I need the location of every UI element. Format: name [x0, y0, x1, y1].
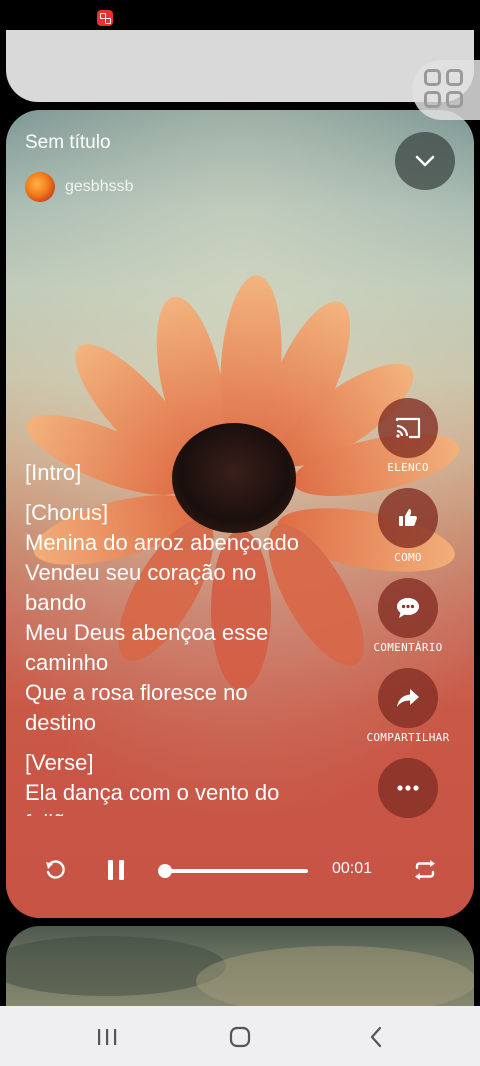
- lyrics-panel[interactable]: [Intro] [Chorus] Menina do arroz abençoa…: [25, 458, 365, 816]
- lyrics-line: Ela dança com o vento do: [25, 780, 280, 805]
- lyrics-section-tag: [Intro]: [25, 460, 82, 485]
- author-name[interactable]: gesbhssb: [65, 178, 134, 196]
- more-action[interactable]: [353, 758, 463, 818]
- comment-button[interactable]: [378, 578, 438, 638]
- comment-action[interactable]: COMENTÁRIO: [353, 578, 463, 654]
- home-button[interactable]: [225, 1022, 255, 1052]
- player-card[interactable]: Sem título gesbhssb [Intro] [Chorus] Men…: [6, 110, 474, 918]
- repeat-button[interactable]: [409, 854, 441, 886]
- share-label: COMPARTILHAR: [366, 731, 450, 744]
- floating-menu-bubble[interactable]: [412, 60, 480, 120]
- share-action[interactable]: COMPARTILHAR: [353, 668, 463, 744]
- next-card[interactable]: [6, 926, 474, 1016]
- lyrics-line: Vendeu seu coração no: [25, 560, 257, 585]
- more-horizontal-icon: [397, 785, 419, 791]
- share-button[interactable]: [378, 668, 438, 728]
- like-button[interactable]: [378, 488, 438, 548]
- previous-card[interactable]: [6, 30, 474, 102]
- cast-action[interactable]: ELENCO: [353, 398, 463, 474]
- collapse-button[interactable]: [395, 132, 455, 190]
- recent-apps-icon: [98, 1029, 117, 1045]
- playback-controls: 00:01: [6, 848, 474, 892]
- lyrics-line: Menina do arroz abençoado: [25, 530, 299, 555]
- lyrics-line: caminho: [25, 650, 109, 675]
- pause-icon: [108, 860, 124, 880]
- replay-icon: [46, 860, 65, 879]
- like-label: COMO: [394, 551, 422, 564]
- thumbs-up-icon: [399, 509, 417, 526]
- lyrics-line: destino: [25, 710, 96, 735]
- app-notification-icon: [97, 10, 113, 26]
- cast-icon: [395, 417, 421, 439]
- song-title: Sem título: [25, 132, 111, 153]
- back-button[interactable]: [361, 1022, 391, 1052]
- back-icon: [370, 1026, 382, 1048]
- share-icon: [397, 689, 419, 707]
- lyrics-line: Que a rosa floresce no: [25, 680, 248, 705]
- lyrics-line: feijão: [25, 808, 365, 816]
- repeat-icon: [415, 860, 435, 880]
- comment-label: COMENTÁRIO: [373, 641, 443, 654]
- comment-icon: [397, 598, 419, 618]
- next-card-background-image: [6, 936, 474, 1016]
- like-action[interactable]: COMO: [353, 488, 463, 564]
- progress-knob[interactable]: [157, 864, 172, 878]
- cast-label: ELENCO: [387, 461, 429, 474]
- lyrics-line: Meu Deus abençoa esse: [25, 620, 269, 645]
- avatar[interactable]: [25, 172, 55, 202]
- system-navigation-bar: [0, 1006, 480, 1066]
- home-icon: [229, 1026, 251, 1048]
- chevron-down-icon: [415, 155, 435, 167]
- lyrics-section-tag: [Chorus]: [25, 500, 109, 525]
- cast-button[interactable]: [378, 398, 438, 458]
- lyrics-section-tag: [Verse]: [25, 750, 94, 775]
- elapsed-time: 00:01: [332, 860, 373, 877]
- recent-apps-button[interactable]: [92, 1022, 122, 1052]
- pause-button[interactable]: [100, 854, 132, 886]
- progress-slider[interactable]: [157, 864, 308, 878]
- replay-button[interactable]: [39, 854, 71, 886]
- status-bar: [0, 0, 480, 30]
- lyrics-line: bando: [25, 590, 87, 615]
- author-row[interactable]: gesbhssb: [25, 172, 134, 202]
- more-button[interactable]: [378, 758, 438, 818]
